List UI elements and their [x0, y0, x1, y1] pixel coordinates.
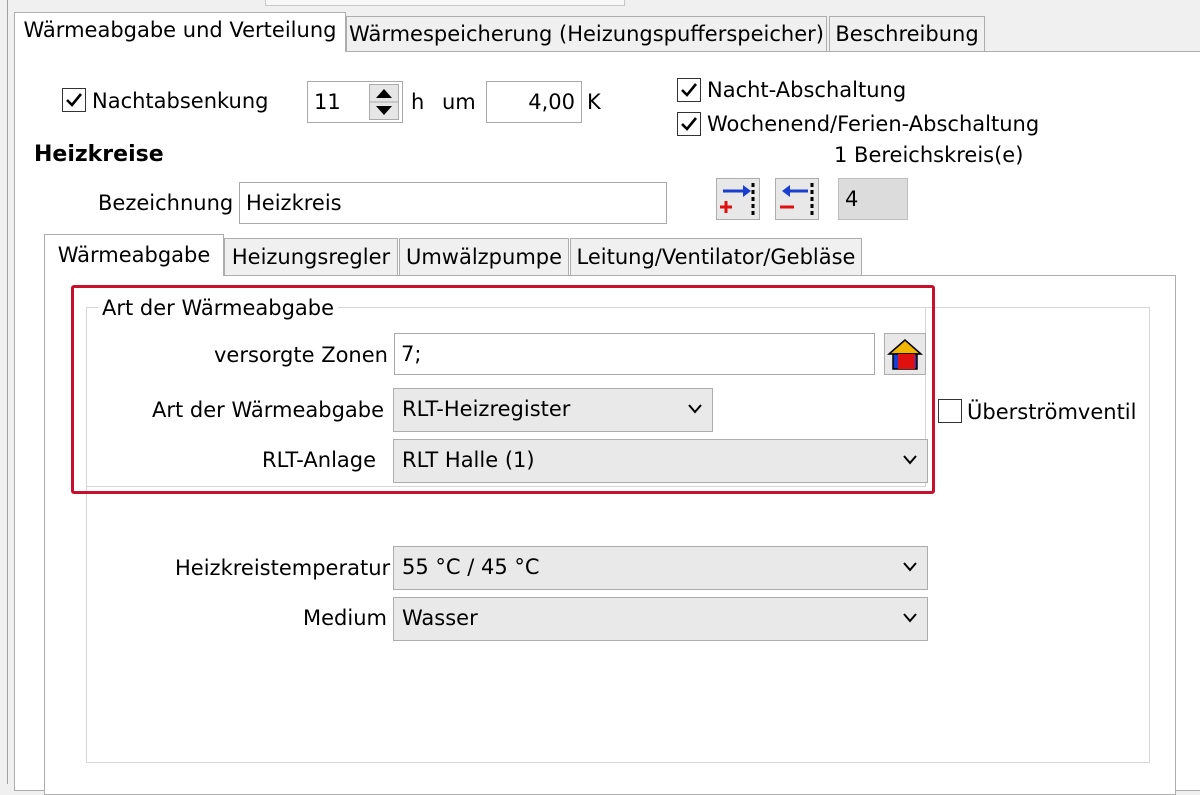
- tab-waermespeicherung[interactable]: Wärmespeicherung (Heizungspufferspeicher…: [346, 16, 827, 52]
- kelvin-unit-label: K: [587, 90, 601, 114]
- wochenend-abschaltung-label: Wochenend/Ferien-Abschaltung: [707, 112, 1040, 136]
- heizkreis-count-field: 4: [838, 178, 908, 220]
- tab-umwaelzpumpe[interactable]: Umwälzpumpe: [399, 238, 569, 276]
- remove-circuit-icon: [780, 183, 814, 215]
- nachtabsenkung-label: Nachtabsenkung: [92, 89, 269, 113]
- tab-leitung-ventilator-geblaese[interactable]: Leitung/Ventilator/Gebläse: [570, 238, 862, 276]
- tab-beschreibung[interactable]: Beschreibung: [829, 16, 985, 52]
- chevron-down-icon: [903, 562, 917, 572]
- nachtabsenkung-checkbox[interactable]: [62, 88, 86, 112]
- um-label: um: [442, 90, 476, 114]
- medium-select[interactable]: Wasser: [393, 597, 928, 641]
- bereichskreis-count-label: 1 Bereichskreis(e): [834, 143, 1024, 167]
- checkmark-icon: [66, 93, 83, 107]
- kelvin-input[interactable]: 4,00: [486, 81, 582, 123]
- add-circuit-icon: [720, 183, 755, 215]
- remove-heizkreis-button[interactable]: [775, 178, 819, 220]
- wochenend-abschaltung-checkbox[interactable]: [677, 112, 701, 136]
- spin-arrows-icon: [370, 89, 398, 115]
- heizkreise-title: Heizkreise: [34, 142, 164, 167]
- bezeichnung-label: Bezeichnung: [98, 191, 234, 215]
- hours-spinner-buttons[interactable]: [369, 84, 399, 120]
- checkmark-icon: [681, 117, 698, 131]
- nacht-abschaltung-label: Nacht-Abschaltung: [707, 78, 907, 102]
- medium-value: Wasser: [402, 606, 478, 630]
- medium-label: Medium: [303, 606, 387, 630]
- window-left-border: [0, 0, 8, 784]
- heizkreistemperatur-select[interactable]: 55 °C / 45 °C: [393, 546, 928, 590]
- tab-heizungsregler[interactable]: Heizungsregler: [224, 238, 398, 276]
- top-scroll-edge: [265, 0, 625, 6]
- tab-waermeabgabe[interactable]: Wärmeabgabe: [44, 234, 224, 276]
- ueberstroemventil-label: Überströmventil: [967, 400, 1137, 424]
- hours-unit-label: h: [411, 90, 425, 114]
- heizkreistemperatur-value: 55 °C / 45 °C: [402, 555, 540, 579]
- ueberstroemventil-checkbox[interactable]: [938, 399, 962, 423]
- bezeichnung-input[interactable]: Heizkreis: [239, 182, 667, 224]
- highlight-frame: [71, 285, 935, 494]
- heizkreistemperatur-label: Heizkreistemperatur: [175, 556, 391, 580]
- add-heizkreis-button[interactable]: [716, 178, 760, 220]
- chevron-down-icon: [903, 613, 917, 623]
- checkmark-icon: [681, 83, 698, 97]
- tab-waermeabgabe-verteilung[interactable]: Wärmeabgabe und Verteilung: [14, 12, 346, 52]
- nacht-abschaltung-checkbox[interactable]: [677, 78, 701, 102]
